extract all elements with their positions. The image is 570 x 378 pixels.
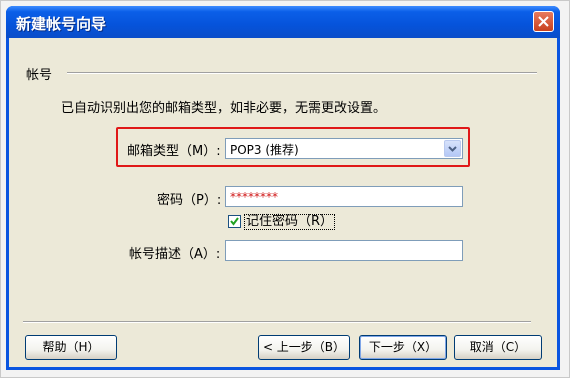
dialog-body: 帐号 已自动识别出您的邮箱类型，如非必要，无需更改设置。 邮箱类型（M）: PO…: [9, 38, 557, 367]
password-field[interactable]: ********: [225, 186, 463, 207]
section-divider: [67, 72, 537, 74]
close-button[interactable]: [533, 11, 554, 32]
description-text: 已自动识别出您的邮箱类型，如非必要，无需更改设置。: [61, 101, 387, 116]
mailbox-type-select[interactable]: POP3 (推荐): [225, 138, 463, 159]
screenshot-frame: 新建帐号向导 帐号 已自动识别出您的邮箱类型，如非必要，无需更改设置。 邮箱类型…: [0, 0, 570, 378]
password-value: ********: [230, 190, 278, 204]
account-description-field[interactable]: [225, 240, 463, 261]
dropdown-arrow-button[interactable]: [444, 140, 461, 157]
close-icon: [538, 16, 549, 27]
help-button[interactable]: 帮助（H）: [25, 335, 117, 360]
remember-password-checkbox[interactable]: [228, 215, 241, 228]
title-bar[interactable]: 新建帐号向导: [6, 6, 560, 38]
remember-password-label[interactable]: 记住密码（R）: [243, 214, 336, 230]
mailbox-type-label: 邮箱类型（M）:: [127, 144, 221, 159]
window-title: 新建帐号向导: [16, 15, 107, 33]
checkmark-icon: [230, 217, 239, 226]
back-button[interactable]: < 上一步（B）: [258, 335, 350, 360]
account-description-label: 帐号描述（A）:: [129, 247, 221, 262]
next-button[interactable]: 下一步（X）: [359, 335, 447, 360]
mailbox-type-value: POP3 (推荐): [230, 143, 299, 157]
section-label: 帐号: [26, 68, 53, 83]
footer-divider: [23, 321, 531, 323]
cancel-button[interactable]: 取消（C）: [454, 335, 542, 360]
password-label: 密码（P）:: [157, 193, 222, 208]
wizard-window: 新建帐号向导 帐号 已自动识别出您的邮箱类型，如非必要，无需更改设置。 邮箱类型…: [6, 6, 560, 370]
chevron-down-icon: [448, 146, 457, 152]
